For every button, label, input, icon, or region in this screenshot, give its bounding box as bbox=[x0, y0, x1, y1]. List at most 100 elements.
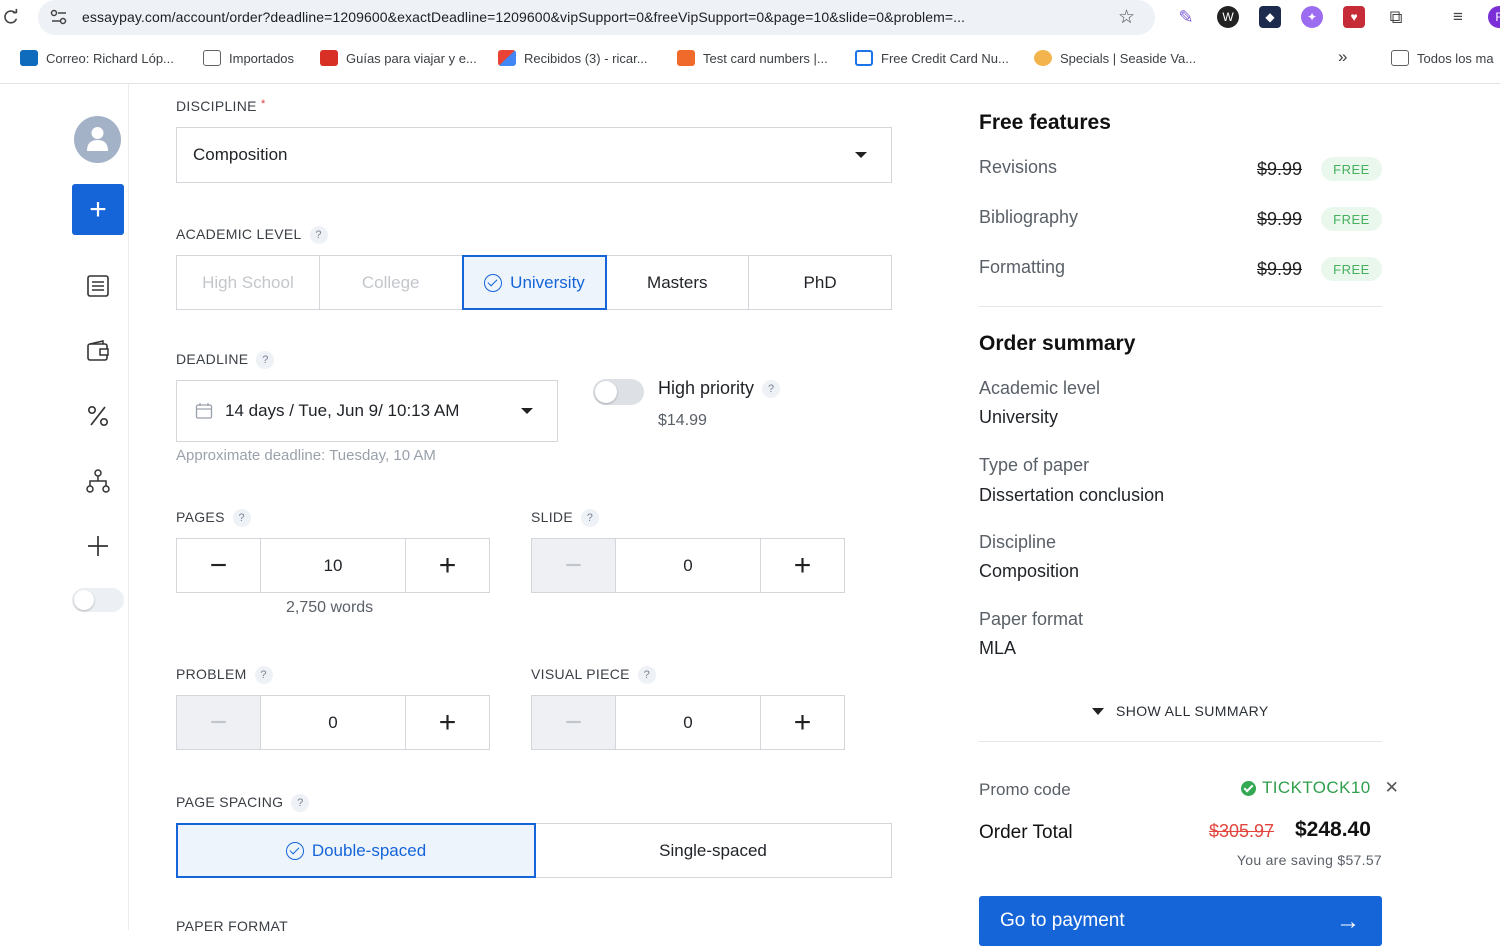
wallet-icon[interactable] bbox=[85, 338, 111, 364]
free-badge: FREE bbox=[1321, 207, 1382, 231]
help-icon[interactable]: ? bbox=[232, 509, 251, 528]
level-masters[interactable]: Masters bbox=[606, 256, 750, 309]
profile-icon[interactable]: F bbox=[1488, 6, 1500, 28]
help-icon[interactable]: ? bbox=[256, 351, 275, 370]
bookmark-test-cards[interactable]: Test card numbers |... bbox=[677, 50, 828, 66]
site-info-icon[interactable] bbox=[50, 9, 68, 25]
level-high-school[interactable]: High School bbox=[177, 256, 320, 309]
bookmark-correo[interactable]: Correo: Richard Lóp... bbox=[20, 50, 174, 66]
help-icon[interactable]: ? bbox=[580, 509, 599, 528]
show-all-summary-button[interactable]: SHOW ALL SUMMARY bbox=[1092, 703, 1269, 719]
promo-code-label: Promo code bbox=[979, 780, 1071, 799]
plus-icon[interactable] bbox=[85, 533, 111, 559]
summary-value: University bbox=[979, 407, 1059, 427]
pen-extension-icon[interactable]: ✎ bbox=[1175, 6, 1197, 28]
go-to-payment-button[interactable]: Go to payment → bbox=[979, 896, 1382, 946]
free-item-price: $9.99 bbox=[1257, 209, 1303, 229]
level-college[interactable]: College bbox=[320, 256, 463, 309]
summary-label: Discipline bbox=[979, 532, 1057, 552]
bookmark-specials[interactable]: Specials | Seaside Va... bbox=[1034, 50, 1196, 66]
visual-value[interactable]: 0 bbox=[616, 696, 760, 749]
slide-value[interactable]: 0 bbox=[616, 539, 760, 592]
problem-decrement-button[interactable]: − bbox=[177, 696, 261, 749]
spacing-double[interactable]: Double-spaced bbox=[176, 823, 536, 878]
problem-increment-button[interactable]: + bbox=[405, 696, 489, 749]
problem-value[interactable]: 0 bbox=[261, 696, 405, 749]
spacing-label: Double-spaced bbox=[311, 840, 427, 860]
high-priority-toggle[interactable] bbox=[593, 379, 644, 405]
visual-decrement-button[interactable]: − bbox=[532, 696, 616, 749]
discipline-select[interactable]: Composition bbox=[176, 127, 892, 183]
orders-list-icon[interactable] bbox=[85, 273, 111, 299]
summary-label: Type of paper bbox=[979, 455, 1090, 475]
extensions-puzzle-icon[interactable]: ⧉ bbox=[1385, 6, 1407, 28]
pages-increment-button[interactable]: + bbox=[405, 539, 489, 592]
shield-extension-icon[interactable]: ◆ bbox=[1259, 6, 1281, 28]
bookmark-free-credit-card[interactable]: Free Credit Card Nu... bbox=[855, 50, 1009, 66]
free-features-title: Free features bbox=[979, 111, 1111, 134]
slide-increment-button[interactable]: + bbox=[760, 539, 844, 592]
chevron-down-icon bbox=[521, 408, 533, 414]
discount-icon[interactable] bbox=[85, 403, 111, 429]
new-order-button[interactable]: + bbox=[72, 184, 124, 235]
browser-toolbar: essaypay.com/account/order?deadline=1209… bbox=[0, 0, 1500, 36]
pages-label: PAGES? bbox=[176, 509, 251, 528]
bookmark-label: Free Credit Card Nu... bbox=[881, 50, 1009, 66]
problem-label: PROBLEM? bbox=[176, 666, 273, 685]
media-list-icon[interactable]: ≡ bbox=[1447, 6, 1469, 28]
bookmark-all[interactable]: Todos los ma bbox=[1391, 50, 1494, 66]
pages-decrement-button[interactable]: − bbox=[177, 539, 261, 592]
bookmark-importados[interactable]: Importados bbox=[203, 50, 294, 66]
show-all-label: SHOW ALL SUMMARY bbox=[1116, 703, 1269, 719]
left-rail: + bbox=[0, 84, 129, 930]
referral-network-icon[interactable] bbox=[85, 468, 111, 494]
order-total-label: Order Total bbox=[979, 822, 1073, 843]
free-item-bibliography: Bibliography bbox=[979, 207, 1079, 227]
bookmark-guias[interactable]: Guías para viajar y e... bbox=[320, 50, 477, 66]
card-icon bbox=[855, 50, 873, 66]
pay-button-label: Go to payment bbox=[1000, 910, 1125, 931]
bookmark-label: Importados bbox=[229, 50, 295, 66]
help-icon[interactable]: ? bbox=[291, 794, 310, 813]
paper-format-label: PAPER FORMAT bbox=[176, 918, 288, 934]
check-circle-icon bbox=[285, 841, 304, 860]
page-spacing-label: PAGE SPACING? bbox=[176, 794, 310, 813]
bookmarks-bar: Correo: Richard Lóp... Importados Guías … bbox=[0, 44, 1500, 76]
visual-increment-button[interactable]: + bbox=[760, 696, 844, 749]
summary-value: Composition bbox=[979, 561, 1080, 581]
help-icon[interactable]: ? bbox=[637, 666, 656, 685]
theme-toggle[interactable] bbox=[72, 588, 124, 612]
heart-extension-icon[interactable]: ♥ bbox=[1343, 6, 1365, 28]
more-bookmarks-button[interactable]: » bbox=[1338, 47, 1347, 67]
seaside-icon bbox=[1034, 50, 1052, 66]
url-text[interactable]: essaypay.com/account/order?deadline=1209… bbox=[82, 9, 965, 25]
help-icon[interactable]: ? bbox=[309, 226, 328, 245]
bookmark-label: Recibidos (3) - ricar... bbox=[524, 50, 648, 66]
caret-down-icon bbox=[1092, 707, 1104, 715]
check-icon bbox=[1241, 780, 1256, 796]
level-university[interactable]: University bbox=[461, 255, 608, 310]
level-phd[interactable]: PhD bbox=[749, 256, 891, 309]
chevron-down-icon bbox=[855, 152, 867, 158]
slide-decrement-button[interactable]: − bbox=[532, 539, 616, 592]
slide-stepper: − 0 + bbox=[531, 538, 845, 593]
ai-extension-icon[interactable]: ✦ bbox=[1301, 6, 1323, 28]
bookmark-gmail[interactable]: Recibidos (3) - ricar... bbox=[498, 50, 648, 66]
help-icon[interactable]: ? bbox=[254, 666, 273, 685]
wordpress-extension-icon[interactable]: W bbox=[1217, 6, 1239, 28]
pages-stepper: − 10 + bbox=[176, 538, 490, 593]
spacing-single[interactable]: Single-spaced bbox=[535, 824, 891, 877]
help-icon[interactable]: ? bbox=[762, 380, 781, 399]
pages-value[interactable]: 10 bbox=[261, 539, 405, 592]
avatar[interactable] bbox=[74, 116, 121, 163]
summary-value: MLA bbox=[979, 638, 1017, 658]
close-icon[interactable]: ✕ bbox=[1385, 778, 1400, 798]
deadline-select[interactable]: 14 days / Tue, Jun 9/ 10:13 AM bbox=[176, 380, 558, 442]
bookmark-star-icon[interactable]: ☆ bbox=[1118, 6, 1135, 29]
reload-icon[interactable] bbox=[2, 7, 20, 27]
level-label: University bbox=[510, 272, 585, 292]
page-spacing-selector: Double-spaced Single-spaced bbox=[176, 823, 892, 878]
academic-level-label: ACADEMIC LEVEL? bbox=[176, 226, 328, 245]
toggle-knob bbox=[595, 381, 617, 403]
gmail-icon bbox=[498, 50, 516, 66]
